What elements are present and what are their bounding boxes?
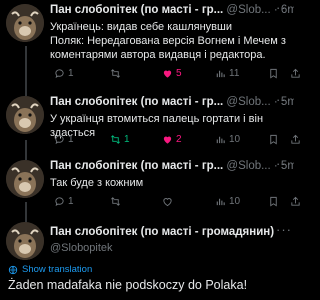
bookmark-button[interactable] <box>268 134 279 145</box>
views-icon <box>216 136 225 144</box>
post-header: Пан слобопітек (по масті - гр... @Slob..… <box>50 160 294 176</box>
display-name[interactable]: Пан слобопітек (по масті - гр... <box>50 160 223 172</box>
post-text: Так буде з кожним <box>50 177 144 189</box>
views-icon <box>216 70 225 78</box>
avatar[interactable] <box>6 96 44 134</box>
views-count: 10 <box>229 134 241 145</box>
avatar[interactable] <box>6 4 44 42</box>
more-icon[interactable]: ··· <box>276 160 292 171</box>
post-actions: 1 1 2 10 <box>50 134 300 148</box>
like-count: 2 <box>176 134 182 145</box>
handle[interactable]: @Slob... <box>226 96 270 108</box>
post-text: Українець: видав себе кашлянувши Поляк: … <box>50 21 286 61</box>
like-button[interactable]: 2 <box>162 134 182 145</box>
post[interactable]: Пан слобопітек (по масті - гр... @Slob..… <box>0 96 300 156</box>
globe-icon <box>8 265 18 274</box>
retweet-icon <box>111 197 120 206</box>
handle[interactable]: @Slob... <box>226 160 270 172</box>
post-actions: 1 5 11 <box>50 68 300 82</box>
avatar[interactable] <box>6 160 44 198</box>
heart-filled-icon <box>163 136 172 144</box>
heart-icon <box>163 198 172 207</box>
post-header: Пан слобопітек (по масті - гр... @Slob..… <box>50 96 294 112</box>
display-name[interactable]: Пан слобопітек (по масті - гр... <box>50 96 223 108</box>
reply-count: 1 <box>68 68 74 79</box>
views-count: 11 <box>229 68 240 79</box>
share-button[interactable] <box>290 196 301 207</box>
more-icon[interactable]: ··· <box>276 226 292 237</box>
post-header: Пан слобопітек (по масті - гр... @Slob..… <box>50 4 294 20</box>
retweet-icon <box>111 69 120 78</box>
reply-button[interactable]: 1 <box>54 134 74 145</box>
reply-button[interactable]: 1 <box>54 196 74 207</box>
thread-line <box>25 202 27 224</box>
post[interactable]: Пан слобопітек (по масті - гр... @Slob..… <box>0 0 300 90</box>
retweet-button[interactable] <box>110 68 124 79</box>
reply-icon <box>55 135 64 145</box>
share-icon <box>291 68 300 78</box>
heart-filled-icon <box>163 70 172 78</box>
handle[interactable]: @Slobopitek <box>50 242 113 254</box>
bookmark-icon <box>270 196 277 207</box>
bookmark-icon <box>270 134 277 145</box>
post-actions: 1 10 <box>50 196 300 210</box>
display-name[interactable]: Пан слобопітек (по масті - громадянин) <box>50 226 274 238</box>
like-count: 5 <box>176 68 182 79</box>
more-icon[interactable]: ··· <box>276 4 292 15</box>
main-post-text: Żaden madafaka nie podskoczy do Polaka! <box>8 278 248 292</box>
more-icon[interactable]: ··· <box>276 96 292 107</box>
show-translation-link[interactable]: Show translation <box>8 264 92 275</box>
share-icon <box>291 196 300 206</box>
retweet-button[interactable]: 1 <box>110 134 130 145</box>
views-button[interactable]: 10 <box>215 196 240 207</box>
retweet-icon <box>111 135 120 144</box>
views-count: 10 <box>229 196 241 207</box>
show-translation-label: Show translation <box>22 264 93 275</box>
views-button[interactable]: 11 <box>215 68 239 79</box>
reply-count: 1 <box>68 134 74 145</box>
share-button[interactable] <box>290 68 301 79</box>
retweet-button[interactable] <box>110 196 121 207</box>
reply-count: 1 <box>68 196 74 207</box>
bookmark-icon <box>270 68 277 79</box>
retweet-count: 1 <box>124 134 130 145</box>
avatar[interactable] <box>6 222 44 260</box>
handle[interactable]: @Slob... <box>226 4 270 16</box>
views-icon <box>216 198 225 206</box>
share-button[interactable] <box>290 134 301 145</box>
reply-icon <box>55 69 64 79</box>
like-button[interactable] <box>162 196 173 207</box>
reply-button[interactable]: 1 <box>54 68 74 79</box>
bookmark-button[interactable] <box>268 196 279 207</box>
display-name[interactable]: Пан слобопітек (по масті - гр... <box>50 4 223 16</box>
post-header: Пан слобопітек (по масті - громадянин) ·… <box>50 226 294 242</box>
views-button[interactable]: 10 <box>215 134 240 145</box>
share-icon <box>291 134 300 144</box>
post[interactable]: Пан слобопітек (по масті - гр... @Slob..… <box>0 160 300 207</box>
bookmark-button[interactable] <box>268 68 279 79</box>
reply-icon <box>55 197 64 207</box>
like-button[interactable]: 5 <box>162 68 182 79</box>
